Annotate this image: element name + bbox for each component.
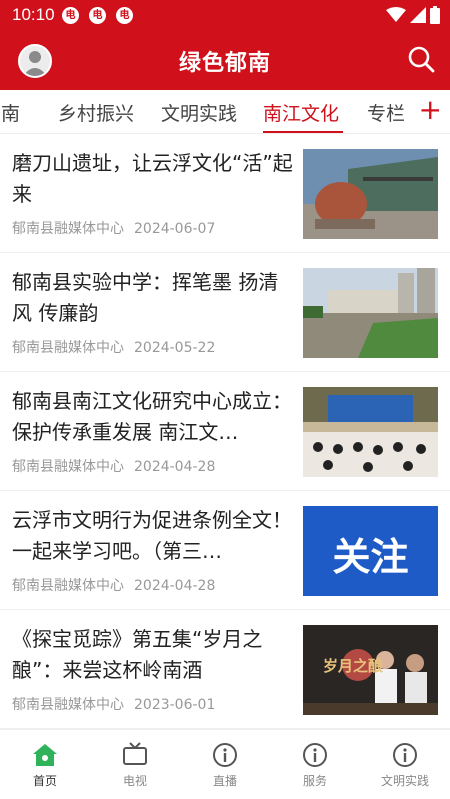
search-icon[interactable]: [406, 44, 436, 74]
meeting-photo: [303, 387, 438, 477]
article-title: 郁南县南江文化研究中心成立：保护传承重发展 南江文…: [12, 389, 292, 444]
list-item[interactable]: 云浮市文明行为促进条例全文！一起来学习吧。（第三… 郁南县融媒体中心 2024-0…: [0, 491, 450, 610]
article-source: 郁南县融媒体中心: [12, 578, 124, 594]
battery-icon: [430, 6, 440, 24]
article-thumbnail: [303, 149, 438, 239]
article-date: 2024-05-22: [134, 340, 216, 356]
notification-icon: 电: [62, 7, 79, 24]
article-meta: 郁南县融媒体中心 2024-04-28: [12, 575, 215, 595]
tab-column[interactable]: 专栏: [367, 99, 405, 126]
tv-icon: [123, 742, 147, 765]
home-icon: [33, 744, 57, 766]
article-source: 郁南县融媒体中心: [12, 697, 124, 713]
nav-tv[interactable]: 电视: [90, 742, 180, 789]
nav-service-label: 服务: [302, 774, 327, 788]
article-title: 郁南县实验中学：挥笔墨 扬清风 传廉韵: [12, 270, 279, 325]
article-title: 《探宝觅踪》第五集“岁月之酿”：来尝这杯岭南酒: [12, 627, 263, 682]
bottom-nav: 首页 电视 直播 服务 文明实践: [0, 729, 450, 799]
wifi-icon: [386, 7, 406, 22]
info-icon: [303, 743, 327, 767]
tab-yunan[interactable]: 郁南: [0, 99, 20, 126]
page-title: 绿色郁南: [178, 51, 271, 76]
list-item[interactable]: 郁南县南江文化研究中心成立：保护传承重发展 南江文… 郁南县融媒体中心 2024-…: [0, 372, 450, 491]
article-date: 2023-06-01: [134, 697, 216, 713]
list-item[interactable]: 磨刀山遗址，让云浮文化“活”起来 郁南县融媒体中心 2024-06-07: [0, 134, 450, 253]
poster-title: 岁月之酿: [323, 657, 384, 675]
article-thumbnail: [303, 387, 438, 477]
add-channel-icon[interactable]: +: [419, 94, 442, 126]
nav-civilization-practice[interactable]: 文明实践: [360, 742, 450, 789]
top-bar: 10:10 电 电 电 绿色郁南: [0, 0, 450, 90]
article-source: 郁南县融媒体中心: [12, 221, 124, 237]
article-title: 云浮市文明行为促进条例全文！一起来学习吧。（第三…: [12, 508, 292, 563]
article-meta: 郁南县融媒体中心 2024-05-22: [12, 337, 215, 357]
article-meta: 郁南县融媒体中心 2024-06-07: [12, 218, 215, 238]
article-source: 郁南县融媒体中心: [12, 340, 124, 356]
article-list: 磨刀山遗址，让云浮文化“活”起来 郁南县融媒体中心 2024-06-07 郁南县实…: [0, 134, 450, 729]
system-icons: [386, 6, 440, 24]
list-item[interactable]: 郁南县实验中学：挥笔墨 扬清风 传廉韵 郁南县融媒体中心 2024-05-22: [0, 253, 450, 372]
signal-icon: [410, 7, 426, 23]
info-icon: [393, 743, 417, 767]
article-meta: 郁南县融媒体中心 2024-04-28: [12, 456, 215, 476]
app-header: 绿色郁南: [0, 30, 450, 90]
nav-home-label: 首页: [32, 774, 57, 788]
list-item[interactable]: 《探宝觅踪》第五集“岁月之酿”：来尝这杯岭南酒 郁南县融媒体中心 2023-06-…: [0, 610, 450, 729]
category-tabs: 郁南 乡村振兴 文明实践 南江文化 专栏 +: [0, 90, 450, 134]
info-icon: [213, 743, 237, 767]
article-thumbnail: 岁月之酿: [303, 625, 438, 715]
museum-photo: [303, 149, 438, 239]
article-source: 郁南县融媒体中心: [12, 459, 124, 475]
article-title: 磨刀山遗址，让云浮文化“活”起来: [12, 151, 293, 206]
article-thumbnail: [303, 268, 438, 358]
tab-rural-revitalization[interactable]: 乡村振兴: [58, 99, 134, 126]
status-time: 10:10: [12, 5, 55, 24]
nav-tv-label: 电视: [122, 774, 147, 788]
article-thumbnail: 关注: [303, 506, 438, 596]
article-meta: 郁南县融媒体中心 2023-06-01: [12, 694, 215, 714]
school-photo: [303, 268, 438, 358]
article-date: 2024-04-28: [134, 459, 216, 475]
tab-civilization-practice[interactable]: 文明实践: [161, 99, 237, 126]
follow-banner-text: 关注: [332, 535, 409, 579]
nav-home[interactable]: 首页: [0, 742, 90, 789]
article-date: 2024-04-28: [134, 578, 216, 594]
nav-service[interactable]: 服务: [270, 742, 360, 789]
nav-civilization-practice-label: 文明实践: [380, 774, 429, 788]
status-bar: 10:10 电 电 电: [0, 0, 450, 30]
notification-icon: 电: [89, 7, 106, 24]
nav-live[interactable]: 直播: [180, 742, 270, 789]
article-date: 2024-06-07: [134, 221, 216, 237]
tab-nanjiang-culture[interactable]: 南江文化: [263, 99, 339, 126]
notification-icon: 电: [116, 7, 133, 24]
nav-live-label: 直播: [212, 774, 237, 788]
